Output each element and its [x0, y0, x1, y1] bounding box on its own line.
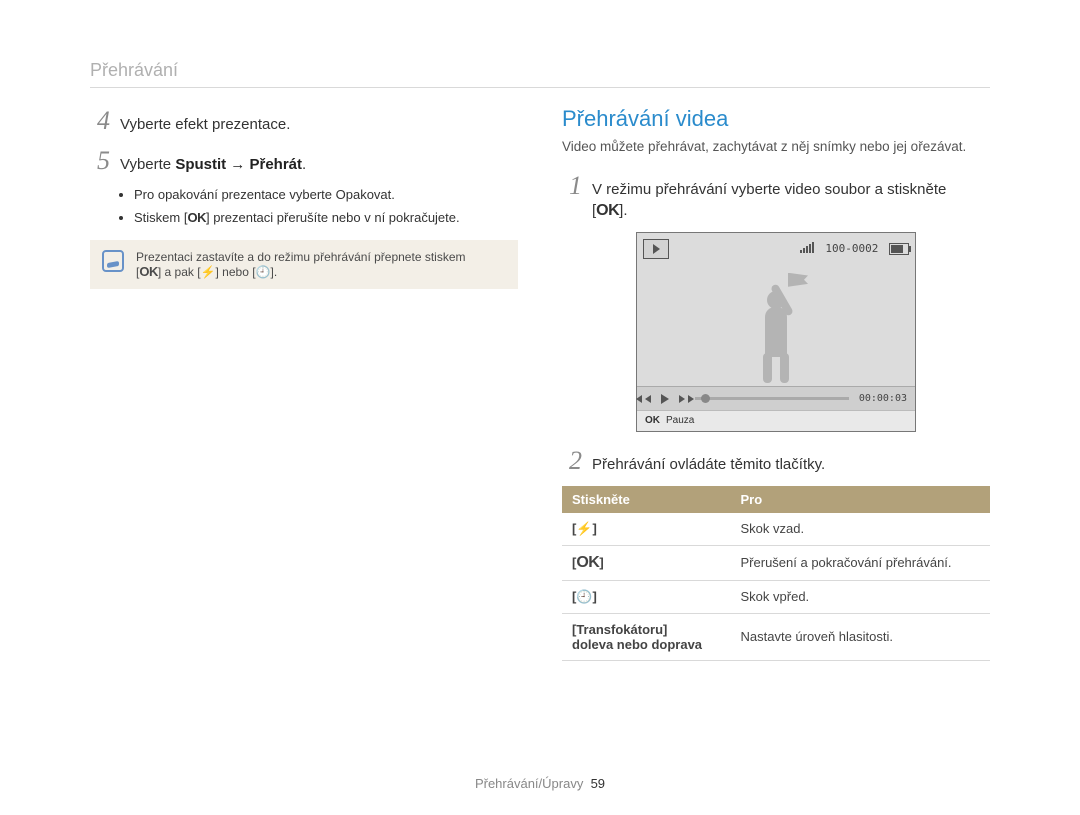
step-number: 2	[562, 446, 582, 476]
bullet-text: Stiskem [	[134, 210, 187, 225]
table-cell-desc: Přerušení a pokračování přehrávání.	[731, 545, 990, 580]
note-box: Prezentaci zastavíte a do režimu přehráv…	[90, 240, 518, 289]
note-content: Prezentaci zastavíte a do režimu přehráv…	[136, 250, 466, 279]
table-cell-desc: Nastavte úroveň hlasitosti.	[731, 613, 990, 660]
controls-table: Stiskněte Pro [⚡] Skok vzad. [OK]	[562, 486, 990, 661]
table-cell-key: [OK]	[562, 545, 731, 580]
bracket: ].	[619, 202, 627, 219]
table-header-key: Stiskněte	[562, 486, 731, 513]
table-cell-key: [🕘]	[562, 580, 731, 613]
footer-label: Pauza	[666, 415, 694, 426]
step1-before: V režimu přehrávání vyberte video soubor…	[592, 181, 946, 198]
step-text: Vyberte Spustit → Přehrát.	[120, 155, 306, 175]
figure-silhouette	[746, 277, 806, 387]
bullet-item: Pro opakování prezentace vyberte Opakova…	[134, 186, 518, 204]
step-1: 1 V režimu přehrávání vyberte video soub…	[562, 171, 990, 222]
text-prefix: Vyberte	[120, 156, 175, 173]
flash-icon: ⚡	[576, 521, 592, 536]
note-icon	[102, 250, 124, 272]
text-bold: Spustit → Přehrát	[175, 156, 302, 173]
bullet-bold: Opakovat	[336, 187, 392, 202]
ok-icon: OK	[596, 202, 619, 219]
ok-icon: OK	[645, 415, 660, 426]
bracket: ]	[593, 521, 597, 536]
video-controlbar: 00:00:03	[637, 386, 915, 411]
video-time: 00:00:03	[859, 393, 907, 404]
step-5: 5 Vyberte Spustit → Přehrát.	[90, 146, 518, 176]
step-5-bullets: Pro opakování prezentace vyberte Opakova…	[134, 186, 518, 226]
bullet-text: Pro opakování prezentace vyberte	[134, 187, 336, 202]
playback-indicator-icon	[643, 239, 669, 259]
table-cell-key: [Transfokátoru] doleva nebo doprava	[562, 613, 731, 660]
rewind-icon	[645, 395, 651, 403]
table-cell-key: [⚡]	[562, 513, 731, 546]
timer-icon: 🕘	[576, 589, 592, 604]
progress-bar	[695, 397, 849, 400]
step-text: V režimu přehrávání vyberte video soubor…	[592, 180, 946, 222]
page: Přehrávání 4 Vyberte efekt prezentace. 5…	[0, 0, 1080, 815]
section-title: Přehrávání videa	[562, 106, 990, 132]
table-cell-desc: Skok vzad.	[731, 513, 990, 546]
header-rule	[90, 87, 990, 88]
flash-icon: ⚡	[201, 265, 216, 279]
signal-bars-icon	[800, 242, 815, 256]
table-row: [🕘] Skok vpřed.	[562, 580, 990, 613]
left-column: 4 Vyberte efekt prezentace. 5 Vyberte Sp…	[90, 106, 518, 661]
step-text: Přehrávání ovládáte těmito tlačítky.	[592, 455, 825, 475]
step-text: Vyberte efekt prezentace.	[120, 115, 290, 135]
page-header: Přehrávání	[90, 60, 990, 81]
footer-section: Přehrávání/Úpravy	[475, 776, 583, 791]
table-row: [Transfokátoru] doleva nebo doprava Nast…	[562, 613, 990, 660]
bracket: ].	[270, 265, 277, 279]
bracket: ] a pak [	[158, 265, 201, 279]
text-suffix: .	[302, 156, 306, 173]
note-line1: Prezentaci zastavíte a do režimu přehráv…	[136, 250, 466, 264]
file-counter: 100-0002	[825, 242, 878, 255]
ok-icon: OK	[139, 264, 158, 279]
bracket: ]	[599, 555, 603, 570]
video-screenshot: 100-0002 00:00:03	[636, 232, 916, 432]
content-columns: 4 Vyberte efekt prezentace. 5 Vyberte Sp…	[90, 106, 990, 661]
timer-icon: 🕘	[256, 265, 271, 279]
ok-icon: OK	[187, 210, 206, 225]
video-footerbar: OK Pauza	[637, 410, 915, 431]
video-counter: 100-0002	[800, 242, 909, 256]
zoom-key-line1: [Transfokátoru]	[572, 622, 667, 637]
section-intro: Video můžete přehrávat, zachytávat z něj…	[562, 138, 990, 157]
ok-icon: OK	[576, 554, 599, 571]
bullet-item: Stiskem [OK] prezentaci přerušíte nebo v…	[134, 209, 518, 227]
table-cell-desc: Skok vpřed.	[731, 580, 990, 613]
table-row: [⚡] Skok vzad.	[562, 513, 990, 546]
step-number: 4	[90, 106, 110, 136]
step-number: 1	[562, 171, 582, 201]
step-2: 2 Přehrávání ovládáte těmito tlačítky.	[562, 446, 990, 476]
battery-icon	[889, 243, 909, 255]
zoom-key-line2: doleva nebo doprava	[572, 637, 702, 652]
fastforward-icon	[679, 395, 685, 403]
bracket: ]	[593, 589, 597, 604]
right-column: Přehrávání videa Video můžete přehrávat,…	[562, 106, 990, 661]
table-header-desc: Pro	[731, 486, 990, 513]
play-icon	[661, 394, 669, 404]
bullet-text: ] prezentaci přerušíte nebo v ní pokraču…	[206, 210, 460, 225]
table-row: [OK] Přerušení a pokračování přehrávání.	[562, 545, 990, 580]
page-footer: Přehrávání/Úpravy 59	[0, 776, 1080, 791]
bracket: ] nebo [	[216, 265, 256, 279]
step-number: 5	[90, 146, 110, 176]
page-number: 59	[591, 776, 605, 791]
video-topbar: 100-0002	[643, 239, 909, 259]
bullet-text: .	[391, 187, 395, 202]
step-4: 4 Vyberte efekt prezentace.	[90, 106, 518, 136]
